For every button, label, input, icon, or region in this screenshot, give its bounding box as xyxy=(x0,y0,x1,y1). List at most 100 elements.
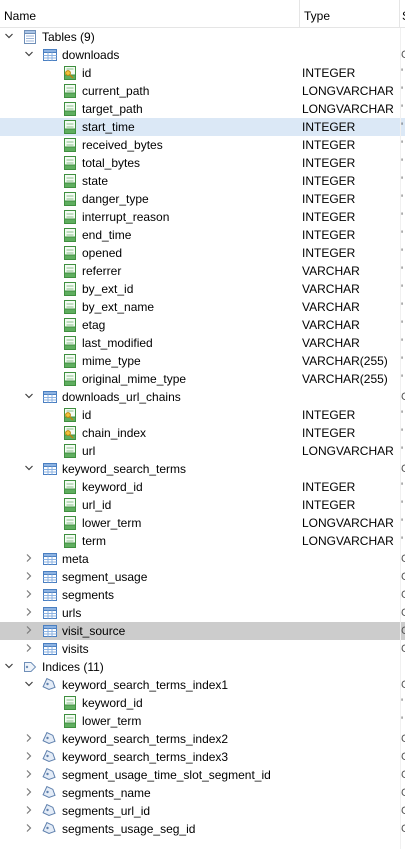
chevron-right-icon[interactable] xyxy=(24,640,36,658)
column-current-path[interactable]: current_path LONGVARCHAR ' xyxy=(0,82,405,100)
column-interrupt-reason[interactable]: interrupt_reason INTEGER ' xyxy=(0,208,405,226)
chevron-right-icon[interactable] xyxy=(24,784,36,802)
chevron-right-icon[interactable] xyxy=(24,568,36,586)
column-header: Name Type S xyxy=(0,0,405,28)
truncated-cell: C xyxy=(401,679,405,691)
chevron-right-icon[interactable] xyxy=(24,586,36,604)
indices-group[interactable]: Indices (11) xyxy=(0,658,405,676)
column-icon xyxy=(62,443,78,459)
column-icon xyxy=(62,245,78,261)
column-lower-term[interactable]: lower_term LONGVARCHAR ' xyxy=(0,514,405,532)
column-icon xyxy=(62,371,78,387)
column-etag[interactable]: etag VARCHAR ' xyxy=(0,316,405,334)
column-type: VARCHAR xyxy=(302,300,360,314)
truncated-cell: C xyxy=(401,823,405,835)
column-by-ext-id[interactable]: by_ext_id VARCHAR ' xyxy=(0,280,405,298)
column-url-id[interactable]: url_id INTEGER ' xyxy=(0,496,405,514)
column-opened[interactable]: opened INTEGER ' xyxy=(0,244,405,262)
chevron-right-icon[interactable] xyxy=(24,748,36,766)
table-segment-usage[interactable]: segment_usage C xyxy=(0,568,405,586)
chevron-right-icon[interactable] xyxy=(24,622,36,640)
node-label: keyword_id xyxy=(82,696,143,710)
node-label: keyword_search_terms_index3 xyxy=(62,750,229,764)
column-received-bytes[interactable]: received_bytes INTEGER ' xyxy=(0,136,405,154)
column-url[interactable]: url LONGVARCHAR ' xyxy=(0,442,405,460)
table-meta[interactable]: meta C xyxy=(0,550,405,568)
truncated-cell: ' xyxy=(401,211,404,223)
table-downloads-url-chains[interactable]: downloads_url_chains C xyxy=(0,388,405,406)
index-column-keyword-id[interactable]: keyword_id ' xyxy=(0,694,405,712)
chevron-down-icon[interactable] xyxy=(24,388,36,406)
node-label: segments_usage_seg_id xyxy=(62,822,196,836)
table-icon xyxy=(42,389,58,405)
index-icon xyxy=(42,731,58,747)
column-type: INTEGER xyxy=(302,480,356,494)
chevron-down-icon[interactable] xyxy=(4,658,16,676)
header-name[interactable]: Name xyxy=(0,0,298,27)
truncated-cell: ' xyxy=(401,481,404,493)
node-label: visits xyxy=(62,642,89,656)
table-visits[interactable]: visits C xyxy=(0,640,405,658)
column-icon xyxy=(62,713,78,729)
indexgroup-icon xyxy=(22,659,38,675)
header-third[interactable]: S xyxy=(400,0,405,27)
chevron-down-icon[interactable] xyxy=(24,46,36,64)
index-keyword-search-terms-index2[interactable]: keyword_search_terms_index2 C xyxy=(0,730,405,748)
node-label: mime_type xyxy=(82,354,141,368)
column-chain-index[interactable]: chain_index INTEGER ' xyxy=(0,424,405,442)
table-downloads[interactable]: downloads C xyxy=(0,46,405,64)
column-referrer[interactable]: referrer VARCHAR ' xyxy=(0,262,405,280)
column-mime-type[interactable]: mime_type VARCHAR(255) ' xyxy=(0,352,405,370)
column-target-path[interactable]: target_path LONGVARCHAR ' xyxy=(0,100,405,118)
table-keyword-search-terms[interactable]: keyword_search_terms C xyxy=(0,460,405,478)
truncated-cell: ' xyxy=(401,247,404,259)
column-start-time[interactable]: start_time INTEGER ' xyxy=(0,118,405,136)
index-segment-usage-time-slot-segment-id[interactable]: segment_usage_time_slot_segment_id C xyxy=(0,766,405,784)
index-segments-name[interactable]: segments_name C xyxy=(0,784,405,802)
column-icon xyxy=(62,335,78,351)
folder-icon xyxy=(22,29,38,45)
index-icon xyxy=(42,749,58,765)
table-visit-source[interactable]: visit_source C xyxy=(0,622,405,640)
chevron-right-icon[interactable] xyxy=(24,550,36,568)
truncated-cell: C xyxy=(401,643,405,655)
tables-group[interactable]: Tables (9) xyxy=(0,28,405,46)
chevron-right-icon[interactable] xyxy=(24,730,36,748)
column-original-mime-type[interactable]: original_mime_type VARCHAR(255) ' xyxy=(0,370,405,388)
column-type: INTEGER xyxy=(302,498,356,512)
chevron-down-icon[interactable] xyxy=(24,676,36,694)
key-icon xyxy=(62,425,78,441)
index-segments-usage-seg-id[interactable]: segments_usage_seg_id C xyxy=(0,820,405,838)
index-keyword-search-terms-index1[interactable]: keyword_search_terms_index1 C xyxy=(0,676,405,694)
column-last-modified[interactable]: last_modified VARCHAR ' xyxy=(0,334,405,352)
column-id[interactable]: id INTEGER ' xyxy=(0,406,405,424)
header-type[interactable]: Type xyxy=(300,0,399,27)
chevron-right-icon[interactable] xyxy=(24,604,36,622)
column-icon xyxy=(62,263,78,279)
index-segments-url-id[interactable]: segments_url_id C xyxy=(0,802,405,820)
column-danger-type[interactable]: danger_type INTEGER ' xyxy=(0,190,405,208)
column-keyword-id[interactable]: keyword_id INTEGER ' xyxy=(0,478,405,496)
table-urls[interactable]: urls C xyxy=(0,604,405,622)
chevron-right-icon[interactable] xyxy=(24,766,36,784)
truncated-cell: C xyxy=(401,787,405,799)
chevron-down-icon[interactable] xyxy=(4,28,16,46)
truncated-cell: ' xyxy=(401,373,404,385)
table-icon xyxy=(42,587,58,603)
index-column-lower-term[interactable]: lower_term ' xyxy=(0,712,405,730)
column-id[interactable]: id INTEGER ' xyxy=(0,64,405,82)
table-segments[interactable]: segments C xyxy=(0,586,405,604)
column-state[interactable]: state INTEGER ' xyxy=(0,172,405,190)
chevron-down-icon[interactable] xyxy=(24,460,36,478)
truncated-cell: ' xyxy=(401,355,404,367)
column-term[interactable]: term LONGVARCHAR ' xyxy=(0,532,405,550)
chevron-right-icon[interactable] xyxy=(24,802,36,820)
column-by-ext-name[interactable]: by_ext_name VARCHAR ' xyxy=(0,298,405,316)
chevron-right-icon[interactable] xyxy=(24,820,36,838)
column-end-time[interactable]: end_time INTEGER ' xyxy=(0,226,405,244)
column-icon xyxy=(62,83,78,99)
truncated-cell: ' xyxy=(401,517,404,529)
truncated-cell: ' xyxy=(401,445,404,457)
column-total-bytes[interactable]: total_bytes INTEGER ' xyxy=(0,154,405,172)
index-keyword-search-terms-index3[interactable]: keyword_search_terms_index3 C xyxy=(0,748,405,766)
